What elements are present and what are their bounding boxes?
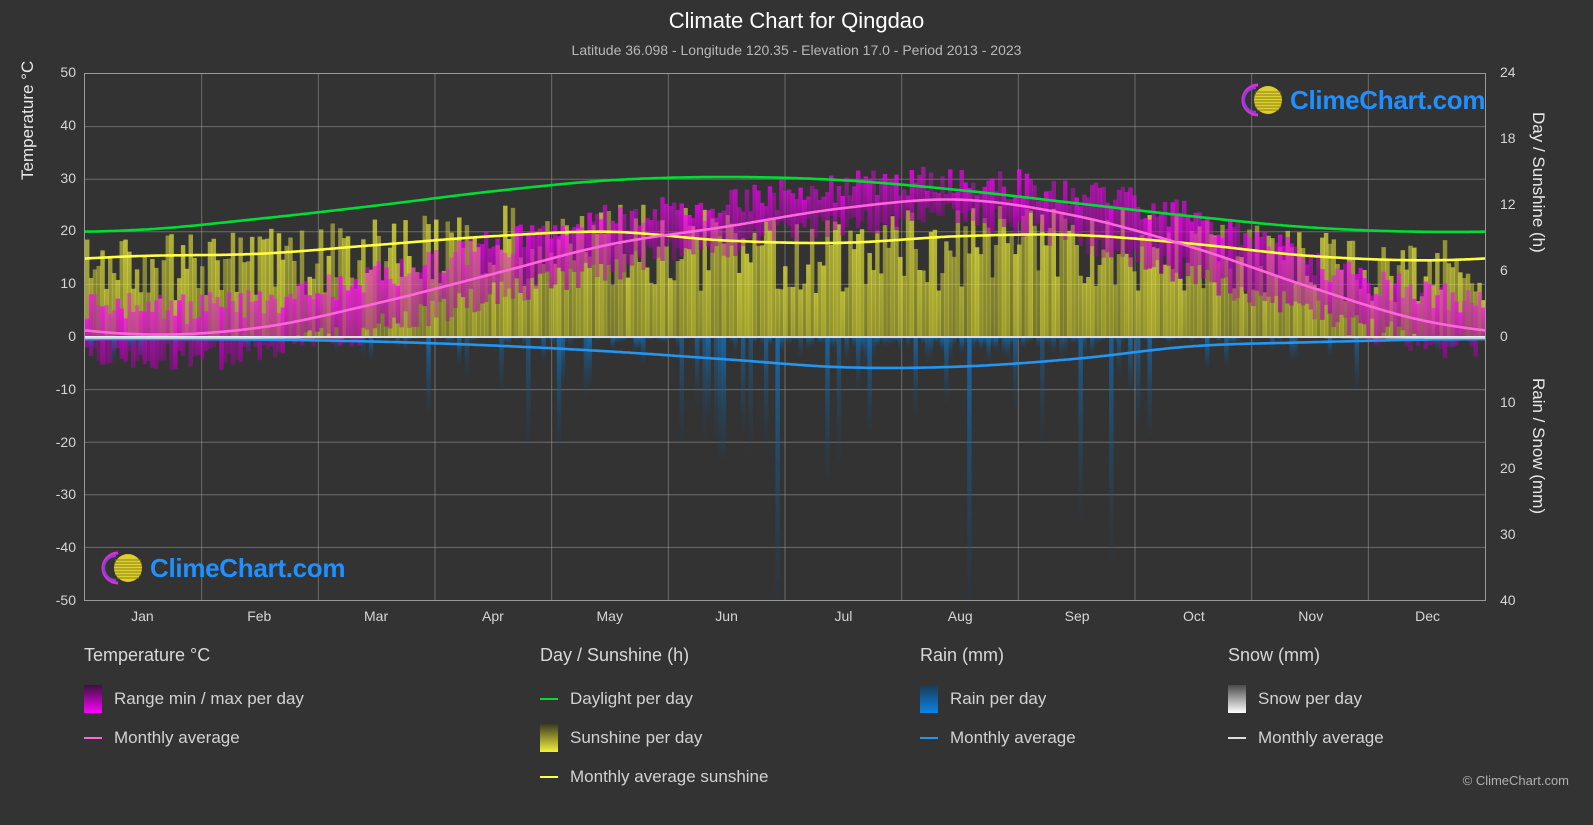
- legend-swatch-icon: [540, 723, 558, 752]
- legend-group-day: Day / Sunshine (h) Daylight per day Sunshi…: [540, 645, 768, 796]
- legend-item[interactable]: Sunshine per day: [540, 718, 768, 757]
- y-tick-left: -10: [55, 380, 76, 397]
- legend-item-label: Rain per day: [950, 688, 1047, 708]
- y-tick-right-rain: 30: [1500, 526, 1516, 542]
- legend-item[interactable]: Rain per day: [920, 679, 1076, 718]
- chart-plot-area[interactable]: [84, 73, 1486, 601]
- legend-group-title: Temperature °C: [84, 645, 211, 665]
- x-tick-may: May: [596, 608, 623, 624]
- y-tick-left: -20: [55, 433, 76, 450]
- legend-item-label: Daylight per day: [570, 688, 693, 708]
- legend-item-label: Sunshine per day: [570, 727, 703, 747]
- y-tick-left: 50: [60, 64, 76, 80]
- climechart-logo-icon: [1241, 83, 1282, 117]
- chart-legend: Temperature °C Range min / max per day Mon…: [0, 645, 1593, 825]
- legend-item-label: Range min / max per day: [114, 688, 304, 708]
- x-tick-mar: Mar: [364, 608, 389, 624]
- y-tick-left: 20: [60, 222, 76, 239]
- legend-swatch-icon: [1228, 684, 1246, 713]
- y-tick-right-rain: 20: [1500, 460, 1516, 476]
- legend-item[interactable]: Snow per day: [1228, 679, 1384, 718]
- x-tick-aug: Aug: [947, 608, 973, 624]
- legend-item-label: Monthly average: [1258, 727, 1384, 747]
- watermark-logo-bottom: ClimeChart.com: [92, 548, 345, 588]
- watermark-logo-top: ClimeChart.com: [1232, 80, 1485, 120]
- legend-group-snow: Snow (mm) Snow per day Monthly average: [1228, 645, 1384, 757]
- logo-text: ClimeChart.com: [150, 552, 346, 583]
- x-tick-dec: Dec: [1415, 608, 1441, 624]
- legend-group-title: Snow (mm): [1228, 645, 1321, 665]
- y-tick-left: -50: [55, 592, 76, 608]
- legend-item[interactable]: Range min / max per day: [84, 679, 304, 718]
- x-tick-sep: Sep: [1064, 608, 1090, 624]
- legend-line-icon: [1228, 724, 1246, 752]
- y-tick-right-day: 18: [1500, 130, 1516, 146]
- y-tick-right-day: 24: [1500, 64, 1516, 80]
- x-tick-apr: Apr: [482, 608, 504, 624]
- y-tick-left: 40: [60, 116, 76, 133]
- legend-swatch-icon: [84, 684, 102, 713]
- legend-group-title: Rain (mm): [920, 645, 1004, 665]
- y-tick-right-day: 12: [1500, 196, 1516, 212]
- y-tick-left: -40: [55, 539, 76, 556]
- y-tick-right-day: 0: [1500, 328, 1508, 344]
- legend-item[interactable]: Daylight per day: [540, 679, 768, 718]
- legend-line-icon: [540, 763, 558, 791]
- x-tick-oct: Oct: [1183, 608, 1205, 624]
- y-tick-right-rain: 40: [1500, 592, 1516, 608]
- legend-item[interactable]: Monthly average sunshine: [540, 757, 768, 796]
- legend-item-label: Monthly average: [114, 727, 240, 747]
- legend-line-icon: [84, 724, 102, 752]
- legend-line-icon: [540, 685, 558, 713]
- legend-group-rain: Rain (mm) Rain per day Monthly average: [920, 645, 1076, 757]
- legend-item-label: Monthly average: [950, 727, 1076, 747]
- legend-item-label: Monthly average sunshine: [570, 766, 769, 786]
- y-tick-left: 30: [60, 169, 76, 186]
- snow-average-curve: [85, 336, 1485, 339]
- page-subtitle: Latitude 36.098 - Longitude 120.35 - Ele…: [571, 42, 1022, 58]
- legend-line-icon: [920, 724, 938, 752]
- legend-item[interactable]: Monthly average: [1228, 718, 1384, 757]
- climechart-logo-icon: [101, 551, 142, 585]
- x-tick-jan: Jan: [131, 608, 154, 624]
- legend-item[interactable]: Monthly average: [84, 718, 304, 757]
- x-tick-jun: Jun: [715, 608, 738, 624]
- copyright-notice: © ClimeChart.com: [1462, 773, 1569, 788]
- logo-text: ClimeChart.com: [1290, 84, 1486, 115]
- legend-group-temperature: Temperature °C Range min / max per day Mon…: [84, 645, 304, 757]
- legend-item-label: Snow per day: [1258, 688, 1362, 708]
- y-tick-left: 0: [68, 328, 76, 344]
- x-tick-nov: Nov: [1298, 608, 1324, 624]
- climate-chart-page: Climate Chart for Qingdao Latitude 36.09…: [0, 0, 1593, 825]
- y-tick-right-rain: 10: [1500, 394, 1516, 410]
- chart-canvas: [85, 74, 1485, 600]
- legend-item[interactable]: Monthly average: [920, 718, 1076, 757]
- y-tick-left: 10: [60, 275, 76, 292]
- y-tick-left: -30: [55, 486, 76, 503]
- legend-swatch-icon: [920, 684, 938, 713]
- page-title: Climate Chart for Qingdao: [668, 8, 925, 33]
- x-tick-jul: Jul: [834, 608, 853, 624]
- legend-group-title: Day / Sunshine (h): [540, 645, 690, 665]
- x-tick-feb: Feb: [247, 608, 272, 624]
- y-tick-right-day: 6: [1500, 262, 1508, 278]
